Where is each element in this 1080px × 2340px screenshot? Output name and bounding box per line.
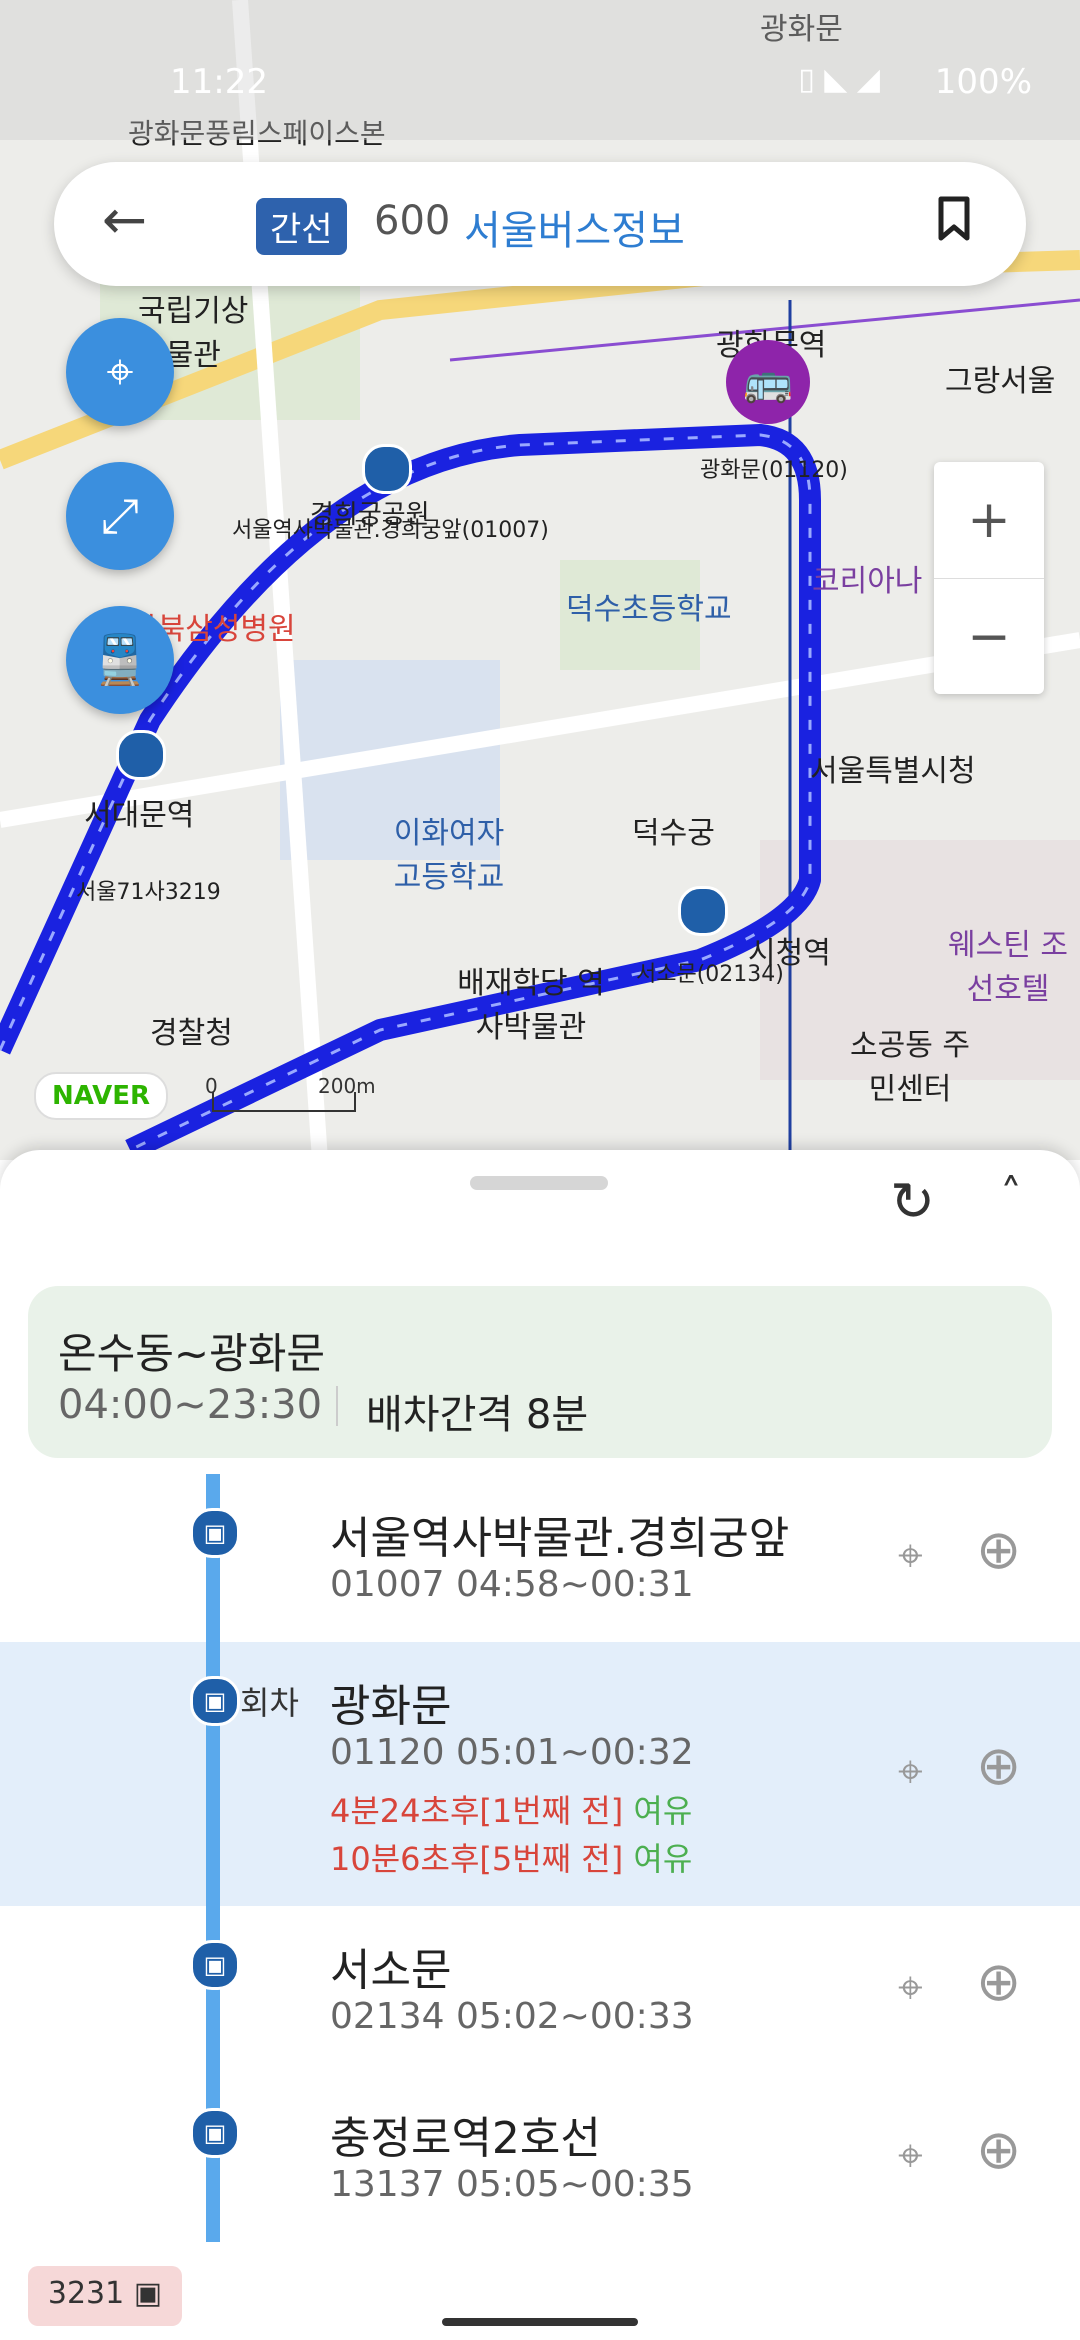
map-label-seoul-city-hall: 서울특별시청	[810, 754, 976, 789]
bus-number: 3231	[47, 2276, 125, 2311]
arrival-status: 여유	[633, 1792, 693, 1830]
list-item[interactable]: ▣ 서소문 02134 05:02~00:33 ⌖ ⊕	[0, 1906, 1080, 2074]
route-terminals: 온수동~광화문	[58, 1329, 326, 1378]
route-line-segment	[206, 1906, 220, 2074]
bus-vehicle-badge[interactable]: 3231 ▣	[28, 2266, 182, 2326]
sheet-drag-handle[interactable]	[470, 1176, 608, 1190]
stop-info: 01007 04:58~00:31	[330, 1564, 694, 1605]
map-label-deoksugung: 덕수궁	[632, 816, 715, 851]
map-label-deoksu-school: 덕수초등학교	[566, 592, 732, 627]
vibrate-icon: ▯	[798, 62, 815, 97]
back-button[interactable]: ←	[102, 188, 147, 251]
map-label-city-hall-station: 시청역	[748, 936, 831, 971]
signal-icon: ◢	[856, 62, 880, 97]
scale-label: 200m	[318, 1074, 376, 1098]
gesture-nav-bar[interactable]	[442, 2318, 638, 2326]
my-location-button[interactable]: ⌖	[66, 318, 174, 426]
bus-stop-marker-icon[interactable]	[678, 886, 728, 936]
status-icons: ▯ ◣ ◢	[798, 62, 880, 97]
location-pin-icon[interactable]: ⌖	[898, 2130, 923, 2181]
bus-stop-marker-icon[interactable]	[362, 444, 412, 494]
stop-info: 02134 05:02~00:33	[330, 1996, 694, 2037]
arrow-left-icon: ←	[102, 188, 148, 251]
stop-info: 01120 05:01~00:32	[330, 1732, 694, 1773]
stop-name: 광화문	[330, 1681, 452, 1732]
location-pin-icon[interactable]: ⌖	[898, 1746, 923, 1797]
map-label-westin: 웨스틴 조선호텔	[948, 928, 1068, 1007]
list-item[interactable]: ▣ 충정로역2호선 13137 05:05~00:35 ⌖ ⊕	[0, 2074, 1080, 2242]
selected-stop-marker-icon[interactable]: 🚌	[726, 340, 810, 424]
bus-stop-icon: ▣	[190, 2108, 240, 2158]
zoom-in-button[interactable]: +	[934, 462, 1044, 578]
train-icon: 🚆	[90, 632, 150, 688]
route-line-segment	[206, 1474, 220, 1642]
bookmark-icon[interactable]	[938, 196, 970, 242]
arrival-time: 4분24초후[1번째 전]	[330, 1792, 624, 1830]
refresh-button[interactable]: ↻	[890, 1170, 935, 1233]
arrival-status: 여유	[633, 1840, 693, 1878]
stop-name: 서소문	[330, 1945, 452, 1996]
route-interval: 배차간격 8분	[366, 1392, 589, 1438]
list-item[interactable]: ▣ 서울역사박물관.경희궁앞 01007 04:58~00:31 ⌖ ⊕	[0, 1474, 1080, 1642]
info-divider	[336, 1386, 338, 1426]
map-label-koreana: 코리아나	[812, 564, 923, 599]
stop-name: 충정로역2호선	[330, 2113, 601, 2164]
arrival-info: 10분6초후[5번째 전] 여유	[330, 1834, 692, 1880]
chevron-up-icon: ˄	[1000, 1170, 1022, 1221]
route-hours: 04:00~23:30	[58, 1382, 323, 1428]
zoom-control: + −	[934, 462, 1044, 694]
alarm-add-icon[interactable]: ⊕	[976, 1518, 1021, 1581]
location-pin-icon[interactable]: ⌖	[898, 1962, 923, 2013]
stop-info: 13137 05:05~00:35	[330, 2164, 694, 2205]
wifi-icon: ◣	[824, 62, 848, 97]
naver-logo: NAVER	[34, 1072, 168, 1120]
location-pin-icon[interactable]: ⌖	[898, 1530, 923, 1581]
zoom-out-button[interactable]: −	[934, 579, 1044, 695]
bus-stop-icon: ▣	[190, 1508, 240, 1558]
route-info-card: 온수동~광화문 04:00~23:30 배차간격 8분	[28, 1286, 1052, 1458]
map-label-sogong: 소공동 주민센터	[850, 1028, 970, 1107]
stop-name: 서울역사박물관.경희궁앞	[330, 1513, 790, 1564]
map-label-police: 경찰청	[150, 1016, 233, 1051]
alarm-add-icon[interactable]: ⊕	[976, 1734, 1021, 1797]
map-label-grand-seoul: 그랑서울	[945, 364, 1056, 399]
map-label-museum-stop: 서울역사박물관.경희궁앞(01007)	[232, 518, 549, 543]
fit-route-button[interactable]: ⤢	[66, 462, 174, 570]
bus-stop-icon: ▣	[190, 1676, 240, 1726]
battery-level: 100%	[934, 62, 1032, 102]
route-number: 600	[374, 198, 451, 244]
crosshair-icon: ⌖	[106, 344, 134, 400]
arrival-info: 4분24초후[1번째 전] 여유	[330, 1786, 692, 1832]
map-label-seodaemun-station: 서대문역	[84, 798, 195, 833]
expand-icon: ⤢	[100, 488, 140, 544]
arrival-time: 10분6초후[5번째 전]	[330, 1840, 624, 1878]
bus-stop-icon: ▣	[190, 1940, 240, 1990]
status-bar: 11:22 ▯ ◣ ◢ 100%	[0, 0, 1080, 140]
map-label-ewha: 이화여자 고등학교	[393, 816, 505, 895]
collapse-button[interactable]: ˄	[1000, 1170, 1022, 1221]
bus-stop-marker-icon[interactable]	[116, 730, 166, 780]
alarm-add-icon[interactable]: ⊕	[976, 2118, 1021, 2181]
list-item[interactable]: ▣ 회차 광화문 01120 05:01~00:32 4분24초후[1번째 전]…	[0, 1642, 1080, 1906]
route-header-bar: ← 간선 600 서울버스정보	[54, 162, 1026, 286]
route-agency-link[interactable]: 서울버스정보	[464, 198, 685, 256]
bus-icon: ▣	[133, 2276, 163, 2311]
route-type-badge: 간선	[256, 198, 347, 255]
status-time: 11:22	[170, 62, 268, 102]
transit-layer-button[interactable]: 🚆	[66, 606, 174, 714]
turnaround-label: 회차	[240, 1684, 299, 1722]
map-label-paichai: 배재학당 역사박물관	[457, 966, 605, 1045]
map-label-bus-plate: 서울71사3219	[76, 880, 221, 905]
alarm-add-icon[interactable]: ⊕	[976, 1950, 1021, 2013]
map-label-gwanghwamun-stop: 광화문(01120)	[700, 458, 848, 483]
route-line-segment	[206, 2074, 220, 2242]
refresh-icon: ↻	[890, 1170, 936, 1233]
